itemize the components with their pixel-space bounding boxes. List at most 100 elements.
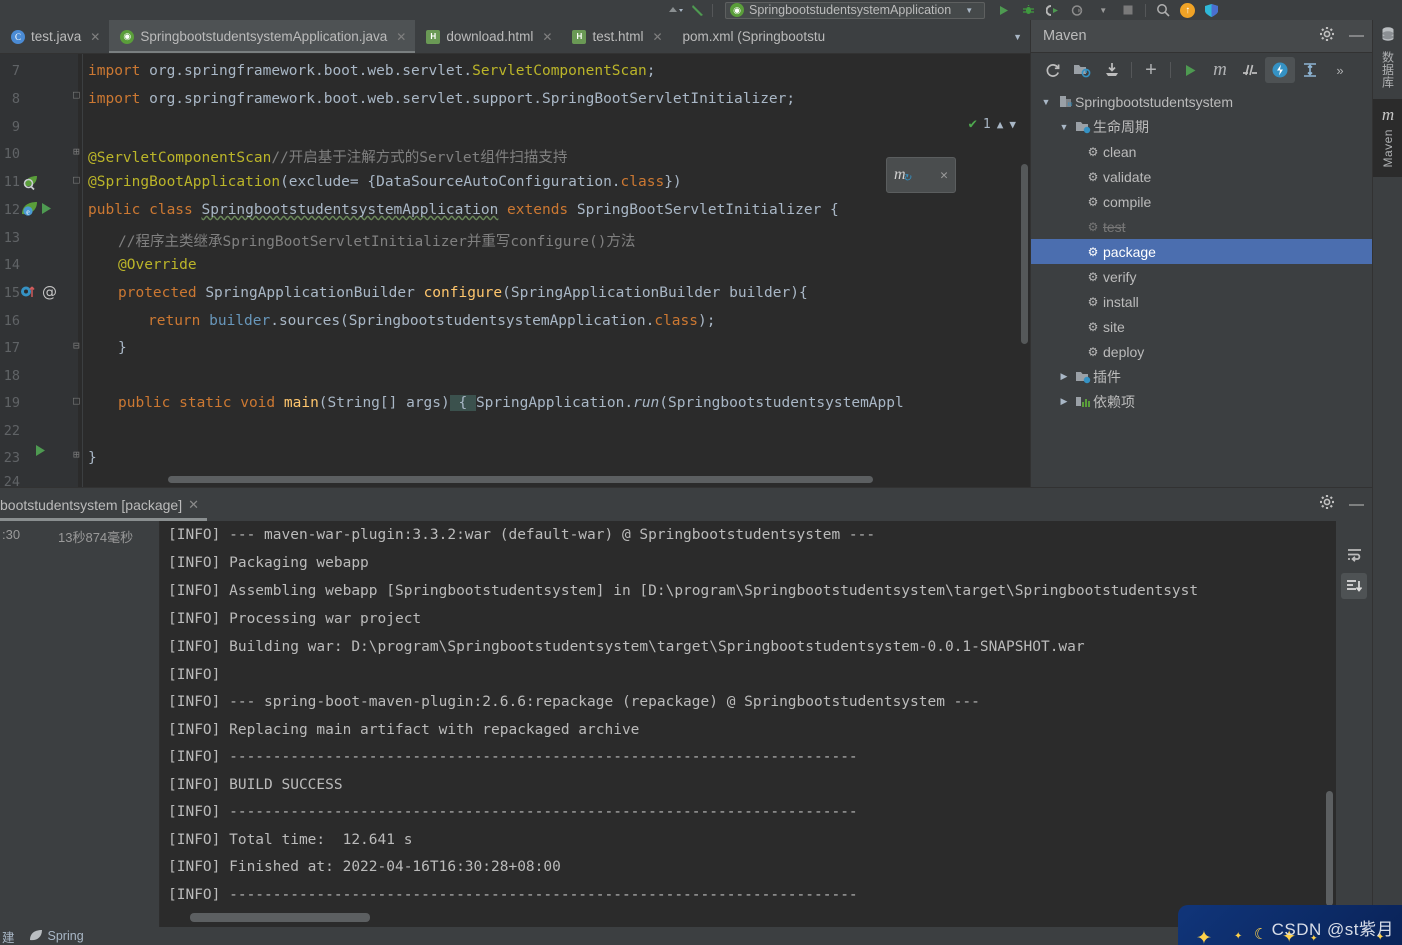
editor-tab-pom-xml[interactable]: m pom.xml (Springbootstu: [672, 20, 835, 53]
maven-tree-item-lifecycle[interactable]: ▼ 生命周期: [1031, 114, 1372, 139]
chevron-down-icon[interactable]: ▼: [1009, 118, 1016, 131]
profile-icon[interactable]: [1070, 3, 1086, 17]
expand-all-icon[interactable]: [1295, 57, 1325, 83]
line-number: 23: [3, 450, 20, 466]
maven-tree-item-dependencies[interactable]: ▶ 依赖项: [1031, 389, 1372, 414]
code-token-method-static: run: [633, 395, 660, 411]
console-horizontal-scrollbar[interactable]: [190, 913, 370, 922]
code-token-class: ServletComponentScan: [472, 63, 647, 79]
maven-tree-item-verify[interactable]: ⚙ verify: [1031, 264, 1372, 289]
code-token-method: configure: [423, 285, 503, 301]
close-icon[interactable]: ✕: [542, 30, 552, 44]
console-line: [INFO] BUILD SUCCESS: [168, 777, 343, 793]
chevron-up-icon[interactable]: ▲: [997, 118, 1004, 131]
maven-tree-item-test[interactable]: ⚙ test: [1031, 214, 1372, 239]
execute-maven-goal-icon[interactable]: m: [1205, 57, 1235, 83]
maven-tree-item-install[interactable]: ⚙ install: [1031, 289, 1372, 314]
console-vertical-scrollbar[interactable]: [1326, 791, 1333, 906]
maven-reload-icon[interactable]: m ↻: [894, 166, 911, 184]
run-icon[interactable]: [39, 201, 54, 220]
scroll-to-end-icon[interactable]: [1341, 573, 1367, 599]
inspection-ok-icon: ✔: [968, 116, 977, 132]
status-spring-item[interactable]: Spring: [29, 928, 84, 945]
line-number: 15: [3, 285, 20, 301]
run-main-icon[interactable]: [33, 443, 48, 462]
chevron-right-icon[interactable]: ▶: [1055, 371, 1073, 382]
minimize-icon[interactable]: —: [1349, 28, 1364, 43]
close-icon[interactable]: ✕: [90, 30, 100, 44]
editor-tab-springbootstudentsystemapplication-java[interactable]: ◉ SpringbootstudentsystemApplication.jav…: [109, 20, 416, 53]
stop-icon[interactable]: [1120, 3, 1136, 17]
editor-vertical-scrollbar[interactable]: [1021, 164, 1028, 344]
maven-tree[interactable]: ▼ m Springbootstudentsystem ▼ 生命周期 ⚙ cle…: [1031, 87, 1372, 414]
close-icon[interactable]: ✕: [396, 30, 406, 44]
gear-icon[interactable]: [1319, 26, 1335, 47]
hammer-icon[interactable]: [690, 3, 706, 17]
stripe-button-database[interactable]: 数据库: [1373, 20, 1402, 99]
build-tab-package[interactable]: bootstudentsystem [package] ✕: [0, 488, 208, 521]
toggle-offline-mode-icon[interactable]: [1265, 57, 1295, 83]
code-token-keyword: import: [88, 91, 141, 107]
toggle-skip-tests-icon[interactable]: [1235, 57, 1265, 83]
maven-tree-item-deploy[interactable]: ⚙ deploy: [1031, 339, 1372, 364]
download-sources-icon[interactable]: [1097, 57, 1127, 83]
gear-icon[interactable]: [1319, 494, 1335, 515]
chevron-right-icon[interactable]: ▶: [1055, 396, 1073, 407]
reload-icon[interactable]: [1037, 57, 1067, 83]
maven-reimport-popup[interactable]: m ↻ ✕: [886, 157, 956, 193]
maven-tree-item-compile[interactable]: ⚙ compile: [1031, 189, 1372, 214]
editor-code-area[interactable]: import org.springframework.boot.web.serv…: [78, 54, 1030, 487]
update-icon[interactable]: ↑: [1180, 2, 1196, 18]
minimize-icon[interactable]: —: [1349, 497, 1364, 512]
soft-wrap-icon[interactable]: [1341, 541, 1367, 567]
stripe-button-maven[interactable]: m Maven: [1373, 98, 1402, 178]
run-configuration-selector[interactable]: ◉ SpringbootstudentsystemApplication ▼: [725, 1, 986, 19]
run-with-coverage-icon[interactable]: [1045, 3, 1061, 17]
search-icon[interactable]: [1155, 3, 1171, 17]
close-icon[interactable]: ✕: [188, 497, 199, 513]
maven-tree-item-label: clean: [1103, 143, 1137, 160]
maven-project-icon: m: [1055, 94, 1075, 109]
close-icon[interactable]: ✕: [652, 30, 662, 44]
shield-icon[interactable]: [1204, 3, 1219, 18]
maven-tree-item-project[interactable]: ▼ m Springbootstudentsystem: [1031, 89, 1372, 114]
run-icon[interactable]: [995, 3, 1011, 17]
build-header-buttons: —: [1319, 488, 1364, 521]
more-icon[interactable]: »: [1325, 57, 1355, 83]
editor-tab-download-html[interactable]: H download.html ✕: [415, 20, 561, 53]
build-tree-pane[interactable]: :30 13秒874毫秒: [0, 521, 160, 927]
module-dropdown-icon[interactable]: [668, 3, 684, 17]
override-icon[interactable]: [20, 283, 37, 304]
console-line: [INFO] Total time: 12.641 s: [168, 832, 413, 848]
maven-tree-item-package[interactable]: ⚙ package: [1031, 239, 1372, 264]
maven-tree-item-site[interactable]: ⚙ site: [1031, 314, 1372, 339]
chevron-down-icon[interactable]: ▼: [1055, 122, 1073, 132]
editor-horizontal-scrollbar[interactable]: [168, 476, 873, 483]
run-maven-build-icon[interactable]: [1175, 57, 1205, 83]
build-tab-label: bootstudentsystem [package]: [0, 496, 183, 513]
code-token-package: org.springframework.boot.web.servlet.sup…: [140, 91, 787, 107]
maven-tree-item-plugins[interactable]: ▶ 插件: [1031, 364, 1372, 389]
line-number: 11: [3, 174, 20, 190]
spring-bean-icon[interactable]: [22, 173, 40, 195]
plus-icon[interactable]: +: [1136, 57, 1166, 83]
close-icon[interactable]: ✕: [940, 168, 948, 183]
add-maven-project-icon[interactable]: [1067, 57, 1097, 83]
status-build-label[interactable]: 建: [2, 927, 15, 945]
editor-tab-test-java[interactable]: C test.java ✕: [0, 20, 109, 53]
annotation-at-icon[interactable]: @: [42, 283, 57, 301]
profile-chevron-down-icon[interactable]: ▼: [1095, 3, 1111, 17]
debug-icon[interactable]: [1020, 3, 1036, 17]
code-line-13: //程序主类继承SpringBootServletInitializer并重写c…: [118, 230, 635, 251]
editor-gutter[interactable]: 7 8 9 10 11 12 13 14 15 16 17 18 19 22 2…: [0, 54, 80, 487]
code-token-keyword: extends: [498, 202, 577, 218]
build-console[interactable]: [INFO] --- maven-war-plugin:3.3.2:war (d…: [160, 521, 1336, 927]
editor-tabs-overflow-chevron-down-icon[interactable]: ▼: [1005, 20, 1030, 53]
maven-tree-item-clean[interactable]: ⚙ clean: [1031, 139, 1372, 164]
html-file-icon: H: [426, 29, 441, 44]
editor-tab-test-html[interactable]: H test.html ✕: [561, 20, 671, 53]
maven-tree-item-validate[interactable]: ⚙ validate: [1031, 164, 1372, 189]
chevron-down-icon[interactable]: ▼: [1037, 97, 1055, 107]
code-editor[interactable]: 7 8 9 10 11 12 13 14 15 16 17 18 19 22 2…: [0, 54, 1030, 487]
inspection-widget[interactable]: ✔ 1 ▲ ▼: [968, 116, 1016, 132]
